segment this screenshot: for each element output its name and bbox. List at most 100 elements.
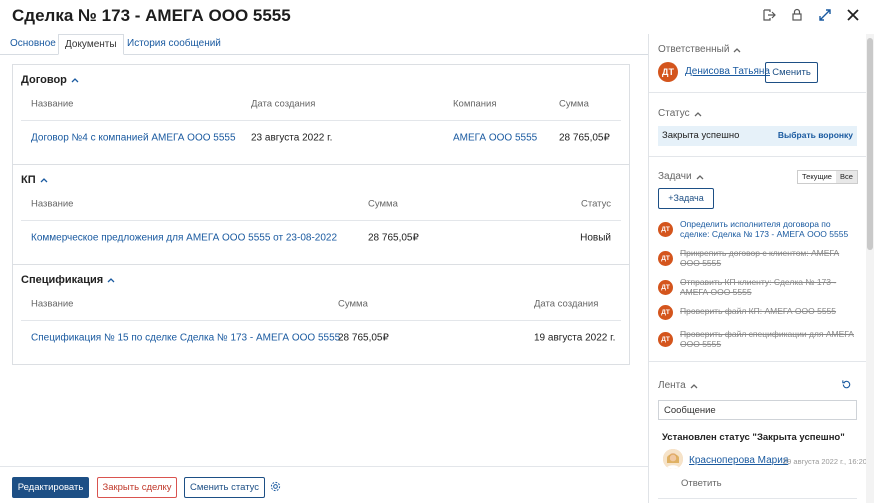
tab-main[interactable]: Основное bbox=[4, 34, 62, 55]
status-value: Закрыта успешно bbox=[662, 130, 740, 141]
tab-message-history[interactable]: История сообщений bbox=[121, 34, 227, 55]
task-link[interactable]: Прикрепить договор с клиентом: АМЕГА ООО… bbox=[680, 248, 855, 268]
chevron-up-icon bbox=[40, 176, 48, 184]
action-footer: Редактировать Закрыть сделку Сменить ста… bbox=[0, 466, 648, 503]
contracts-section-title: Договор bbox=[21, 74, 67, 86]
avatar: ДТ bbox=[658, 280, 673, 295]
avatar bbox=[663, 449, 683, 469]
deal-sidebar: Ответственный ДТ Денисова Татьяна Сменит… bbox=[648, 34, 867, 503]
add-task-button[interactable]: +Задача bbox=[658, 188, 714, 209]
column-header: Сумма bbox=[559, 98, 589, 110]
task-item: ДТ Проверить файл КП: АМЕГА ООО 5555 bbox=[658, 305, 858, 320]
lock-icon[interactable] bbox=[790, 8, 804, 22]
feed-toggle[interactable]: Лента bbox=[658, 380, 698, 391]
reply-link[interactable]: Ответить bbox=[681, 478, 722, 489]
spec-section-title: Спецификация bbox=[21, 274, 104, 286]
deal-header: Сделка № 173 - АМЕГА ООО 5555 bbox=[0, 0, 874, 34]
choose-funnel-link[interactable]: Выбрать воронку bbox=[778, 130, 853, 140]
contracts-table-header: Название Дата создания Компания Сумма bbox=[21, 88, 621, 121]
table-row: Спецификация № 15 по сделке Сделка № 173… bbox=[21, 321, 621, 354]
kp-link[interactable]: Коммерческое предложения для АМЕГА ООО 5… bbox=[31, 232, 337, 243]
chevron-up-icon bbox=[733, 46, 741, 54]
table-row: Коммерческое предложения для АМЕГА ООО 5… bbox=[21, 221, 621, 254]
column-header: Статус bbox=[580, 198, 611, 210]
section-divider bbox=[13, 264, 629, 265]
task-item: ДТ Отправить КП клиенту: Сделка № 173 - … bbox=[658, 277, 858, 299]
refresh-icon[interactable] bbox=[841, 379, 852, 390]
edit-button[interactable]: Редактировать bbox=[12, 477, 89, 498]
column-header: Дата создания bbox=[534, 298, 599, 310]
filter-current[interactable]: Текущие bbox=[798, 171, 836, 183]
column-header: Название bbox=[31, 98, 74, 110]
task-item: ДТ Прикрепить договор с клиентом: АМЕГА … bbox=[658, 248, 858, 270]
column-header: Сумма bbox=[338, 298, 368, 310]
tasks-toggle[interactable]: Задачи bbox=[658, 171, 704, 182]
task-link[interactable]: Проверить файл КП: АМЕГА ООО 5555 bbox=[680, 306, 855, 316]
kp-section-toggle[interactable]: КП bbox=[21, 174, 48, 186]
responsible-block: Ответственный ДТ Денисова Татьяна Сменит… bbox=[649, 34, 867, 93]
spec-sum: 28 765,05₽ bbox=[338, 332, 389, 343]
documents-panel: Договор Название Дата создания Компания … bbox=[12, 64, 630, 365]
contracts-section-toggle[interactable]: Договор bbox=[21, 74, 79, 86]
sidebar-scrollbar[interactable] bbox=[866, 34, 874, 503]
avatar: ДТ bbox=[658, 62, 678, 82]
company-link[interactable]: АМЕГА ООО 5555 bbox=[453, 132, 537, 143]
status-toggle[interactable]: Статус bbox=[658, 108, 702, 119]
expand-icon[interactable] bbox=[818, 8, 832, 22]
contract-date: 23 августа 2022 г. bbox=[251, 132, 333, 143]
feed-author-link[interactable]: Красноперова Мария bbox=[689, 455, 788, 466]
avatar: ДТ bbox=[658, 222, 673, 237]
change-responsible-button[interactable]: Сменить bbox=[765, 62, 818, 83]
chevron-up-icon bbox=[696, 173, 704, 181]
table-row: Договор №4 с компанией АМЕГА ООО 5555 23… bbox=[21, 121, 621, 154]
feed-label: Лента bbox=[658, 380, 686, 391]
export-icon[interactable] bbox=[762, 8, 776, 22]
task-item: ДТ Определить исполнителя договора по сд… bbox=[658, 219, 858, 241]
status-label: Статус bbox=[658, 108, 690, 119]
chevron-up-icon bbox=[71, 76, 79, 84]
task-link[interactable]: Определить исполнителя договора по сделк… bbox=[680, 219, 855, 239]
tab-documents[interactable]: Документы bbox=[58, 34, 124, 55]
filter-all[interactable]: Все bbox=[835, 171, 857, 183]
avatar: ДТ bbox=[658, 251, 673, 266]
tab-bar: Основное Документы История сообщений bbox=[0, 34, 648, 55]
close-icon[interactable] bbox=[846, 8, 860, 22]
status-block: Статус bbox=[649, 93, 867, 157]
close-deal-button[interactable]: Закрыть сделку bbox=[97, 477, 177, 498]
status-box: Закрыта успешно Выбрать воронку bbox=[658, 126, 857, 146]
contract-link[interactable]: Договор №4 с компанией АМЕГА ООО 5555 bbox=[31, 132, 236, 143]
task-link[interactable]: Проверить файл спецификации для АМЕГА ОО… bbox=[680, 329, 855, 349]
responsible-name-link[interactable]: Денисова Татьяна bbox=[685, 66, 770, 77]
feed-event-text: Установлен статус "Закрыта успешно" bbox=[662, 432, 845, 443]
column-header: Сумма bbox=[368, 198, 398, 210]
gear-icon[interactable] bbox=[270, 481, 281, 492]
message-input[interactable] bbox=[658, 400, 857, 420]
kp-table-header: Название Сумма Статус bbox=[21, 188, 621, 221]
header-actions bbox=[762, 8, 860, 22]
feed-divider bbox=[658, 498, 857, 499]
tasks-label: Задачи bbox=[658, 171, 692, 182]
kp-sum: 28 765,05₽ bbox=[368, 232, 419, 243]
spec-section-toggle[interactable]: Спецификация bbox=[21, 274, 115, 286]
tasks-filter: Текущие Все bbox=[797, 170, 858, 184]
column-header: Дата создания bbox=[251, 98, 316, 110]
chevron-up-icon bbox=[107, 276, 115, 284]
task-link[interactable]: Отправить КП клиенту: Сделка № 173 - АМЕ… bbox=[680, 277, 855, 297]
kp-status: Новый bbox=[580, 232, 611, 243]
page-title: Сделка № 173 - АМЕГА ООО 5555 bbox=[12, 6, 291, 25]
chevron-up-icon bbox=[690, 382, 698, 390]
task-item: ДТ Проверить файл спецификации для АМЕГА… bbox=[658, 329, 858, 351]
avatar: ДТ bbox=[658, 332, 673, 347]
feed-timestamp: 29 августа 2022 г., 16:20 bbox=[783, 457, 867, 466]
spec-date: 19 августа 2022 г. bbox=[534, 332, 616, 343]
section-divider bbox=[13, 164, 629, 165]
scrollbar-thumb[interactable] bbox=[867, 38, 873, 250]
spec-link[interactable]: Спецификация № 15 по сделке Сделка № 173… bbox=[31, 332, 340, 343]
change-status-button[interactable]: Сменить статус bbox=[184, 477, 265, 498]
responsible-label: Ответственный bbox=[658, 44, 730, 55]
responsible-toggle[interactable]: Ответственный bbox=[658, 44, 741, 55]
contract-sum: 28 765,05₽ bbox=[559, 132, 610, 143]
avatar: ДТ bbox=[658, 305, 673, 320]
kp-section-title: КП bbox=[21, 174, 36, 186]
column-header: Название bbox=[31, 198, 74, 210]
